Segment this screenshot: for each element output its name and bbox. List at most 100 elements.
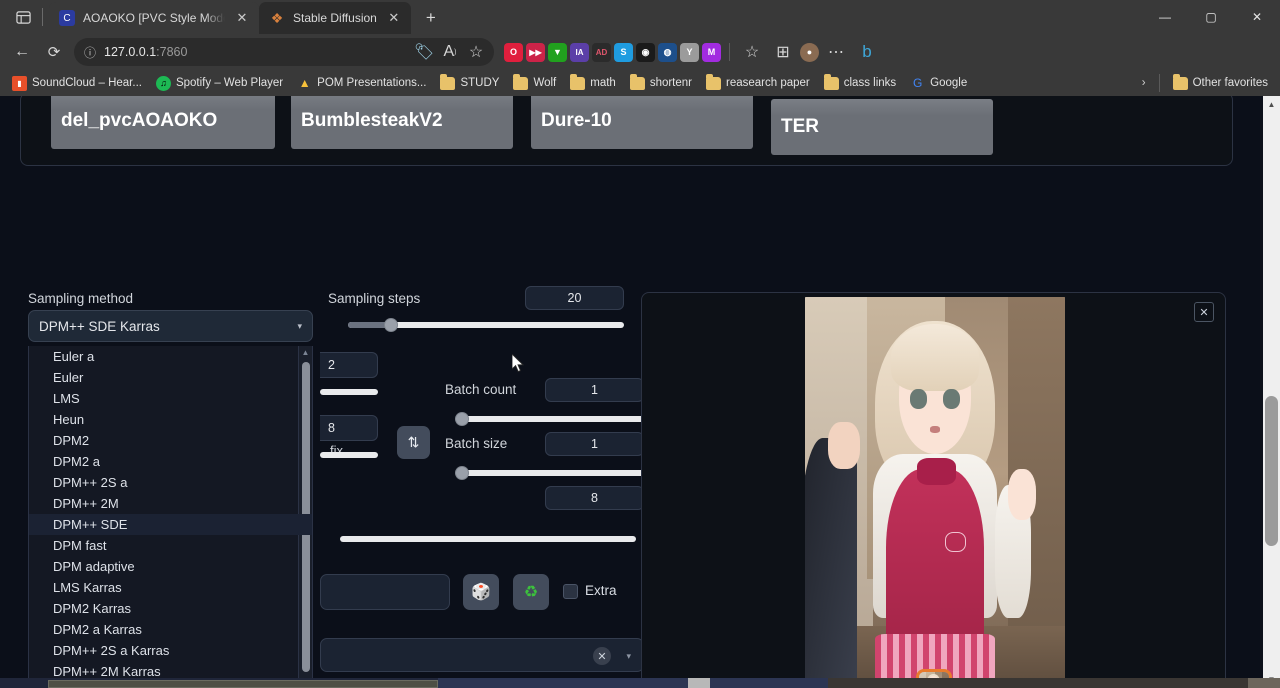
extra-checkbox[interactable] <box>563 584 578 599</box>
bookmarks-overflow-button[interactable]: › <box>1136 74 1152 92</box>
browser-extension-icon[interactable]: ◍ <box>658 43 677 62</box>
taskbar-window-d[interactable] <box>828 678 1248 688</box>
bookmark-math[interactable]: math <box>564 73 622 94</box>
taskbar-window-a[interactable] <box>48 680 438 688</box>
bookmark-reasearch-paper[interactable]: reasearch paper <box>700 73 816 94</box>
sampling-method-dropdown[interactable]: DPM++ SDE Karras ▾ ▲ ▼ Euler aEulerLMSHe… <box>28 310 313 342</box>
sampling-option-dpm-2m[interactable]: DPM++ 2M <box>29 493 312 514</box>
scrollbar-thumb[interactable] <box>1265 396 1278 546</box>
chevron-down-icon[interactable]: ▾ <box>626 651 631 662</box>
height-slider[interactable] <box>320 446 378 464</box>
sampling-steps-value[interactable]: 20 <box>525 286 624 310</box>
taskbar-window-b[interactable] <box>438 678 828 688</box>
adblock-extension-icon[interactable]: AD <box>592 43 611 62</box>
opera-extension-icon[interactable]: O <box>504 43 523 62</box>
width-value[interactable]: 2 <box>320 352 378 378</box>
browser-tab-civitai[interactable]: C AOAOKO [PVC Style Model] - PV ✕ <box>49 2 259 34</box>
sampling-option-euler[interactable]: Euler <box>29 367 312 388</box>
yandex-extension-icon[interactable]: Y <box>680 43 699 62</box>
tab-close-icon[interactable]: ✕ <box>233 9 251 27</box>
generated-image[interactable] <box>805 297 1065 688</box>
slider-knob[interactable] <box>384 318 398 332</box>
sampling-option-dpm-fast[interactable]: DPM fast <box>29 535 312 556</box>
settings-more-icon[interactable]: ⋯ <box>822 38 850 66</box>
bookmark-soundcloud[interactable]: ▮SoundCloud – Hear... <box>6 73 148 94</box>
location-extension-icon[interactable]: ◉ <box>636 43 655 62</box>
collections-icon[interactable]: ⊞ <box>769 38 797 66</box>
tab-close-icon[interactable]: ✕ <box>385 9 403 27</box>
batch-count-value[interactable]: 1 <box>545 378 644 402</box>
height-value[interactable]: 8 <box>320 415 378 441</box>
bookmark-study[interactable]: STUDY <box>434 73 505 94</box>
swap-dimensions-button[interactable]: ⇅ <box>397 426 430 459</box>
width-slider[interactable] <box>320 383 378 401</box>
recycle-icon[interactable]: ♻ <box>513 574 549 610</box>
model-card-dure[interactable]: Dure-10 <box>531 96 753 149</box>
sampling-option-dpm2-karras[interactable]: DPM2 Karras <box>29 598 312 619</box>
reload-icon[interactable]: ⟳ <box>40 38 68 66</box>
sampling-option-dpm2[interactable]: DPM2 <box>29 430 312 451</box>
sampling-method-select[interactable]: DPM++ SDE Karras ▾ <box>28 310 313 342</box>
profile-avatar-icon[interactable]: ● <box>800 43 819 62</box>
bookmark-google[interactable]: GGoogle <box>904 73 973 94</box>
sampling-steps-slider[interactable] <box>348 316 624 334</box>
slider-knob[interactable] <box>455 412 469 426</box>
bing-copilot-icon[interactable]: b <box>853 38 881 66</box>
bookmark-pom-presentations[interactable]: ▲POM Presentations... <box>291 73 432 94</box>
styles-dropdown[interactable]: ✕ ▾ <box>320 638 644 672</box>
taskbar-window-c[interactable] <box>688 678 710 688</box>
bookmark-wolf[interactable]: Wolf <box>507 73 562 94</box>
tab-search-icon[interactable] <box>6 2 40 32</box>
minimize-button[interactable]: — <box>1142 0 1188 34</box>
bookmark-spotify[interactable]: ♫Spotify – Web Player <box>150 73 289 94</box>
read-aloud-icon[interactable]: A) <box>438 40 462 64</box>
bookmark-label: Wolf <box>533 77 556 89</box>
bookmark-class-links[interactable]: class links <box>818 73 902 94</box>
batch-size-value[interactable]: 1 <box>545 432 644 456</box>
sampling-option-lms-karras[interactable]: LMS Karras <box>29 577 312 598</box>
sampling-option-heun[interactable]: Heun <box>29 409 312 430</box>
batch-count-slider[interactable] <box>455 410 644 428</box>
site-info-icon[interactable]: ⓘ <box>84 44 96 61</box>
close-window-button[interactable]: ✕ <box>1234 0 1280 34</box>
close-image-button[interactable]: ✕ <box>1194 302 1214 322</box>
page-scrollbar[interactable]: ▲ ▼ <box>1263 96 1280 688</box>
favorites-icon[interactable]: ☆ <box>738 38 766 66</box>
sampling-option-dpm2-a-karras[interactable]: DPM2 a Karras <box>29 619 312 640</box>
internet-archive-extension-icon[interactable]: IA <box>570 43 589 62</box>
cfg-scale-value[interactable]: 8 <box>545 486 644 510</box>
sampling-method-options-list[interactable]: ▲ ▼ Euler aEulerLMSHeunDPM2DPM2 aDPM++ 2… <box>28 346 313 688</box>
seed-input[interactable] <box>320 574 450 610</box>
new-tab-button[interactable]: + <box>417 4 445 32</box>
sampling-option-dpm-2s-a[interactable]: DPM++ 2S a <box>29 472 312 493</box>
back-icon[interactable]: ← <box>8 38 36 66</box>
other-favorites-button[interactable]: Other favorites <box>1167 73 1274 94</box>
monica-extension-icon[interactable]: M <box>702 43 721 62</box>
model-card-ter[interactable]: TER <box>771 99 993 155</box>
sampling-option-euler-a[interactable]: Euler a <box>29 346 312 367</box>
model-card-aoaoko[interactable]: aoaoko_pvcstyle... del_pvcAOAOKO <box>51 96 275 149</box>
taskbar-window-e[interactable] <box>1248 678 1280 688</box>
browser-tab-stable-diffusion[interactable]: ❖ Stable Diffusion ✕ <box>259 2 411 34</box>
cfg-scale-slider[interactable] <box>340 530 636 548</box>
download-extension-icon[interactable]: ▼ <box>548 43 567 62</box>
sampling-option-dpm-adaptive[interactable]: DPM adaptive <box>29 556 312 577</box>
bookmark-shortenr[interactable]: shortenr <box>624 73 698 94</box>
slider-knob[interactable] <box>455 466 469 480</box>
scroll-up-icon[interactable]: ▲ <box>1263 96 1280 113</box>
clear-styles-icon[interactable]: ✕ <box>593 647 611 665</box>
sampling-option-lms[interactable]: LMS <box>29 388 312 409</box>
maximize-button[interactable]: ▢ <box>1188 0 1234 34</box>
sampling-option-dpm-2s-a-karras[interactable]: DPM++ 2S a Karras <box>29 640 312 661</box>
add-favorite-icon[interactable]: ☆ <box>464 40 488 64</box>
model-card-bumblesteak[interactable]: BumblesteakV2 <box>291 96 513 149</box>
folder-icon <box>513 77 528 90</box>
shazam-extension-icon[interactable]: S <box>614 43 633 62</box>
video-speed-extension-icon[interactable]: ▶▶ <box>526 43 545 62</box>
sampling-option-dpm2-a[interactable]: DPM2 a <box>29 451 312 472</box>
dice-icon[interactable]: 🎲 <box>463 574 499 610</box>
batch-size-slider[interactable] <box>455 464 644 482</box>
address-bar[interactable]: ⓘ 127.0.0.1:7860 🏷 A) ☆ <box>74 38 494 66</box>
sampling-option-dpm-sde[interactable]: DPM++ SDE <box>29 514 312 535</box>
price-tag-icon[interactable]: 🏷 <box>412 40 436 64</box>
